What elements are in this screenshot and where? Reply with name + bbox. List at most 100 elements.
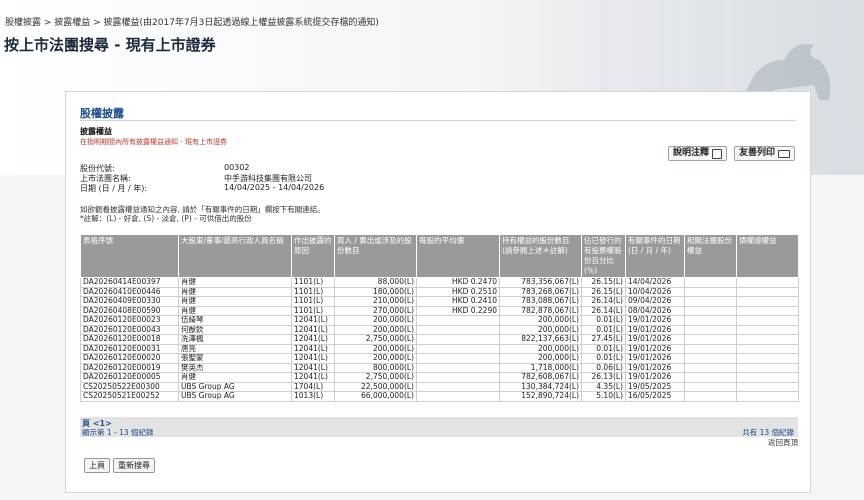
form-serial-cell[interactable]: CS20250522E00300 [80, 381, 179, 392]
table-cell: 200,000(L) [334, 315, 417, 326]
table-row: DA20260120E00023 伍綺琴 12041(L) 200,000(L) 200… [80, 315, 799, 326]
event-date-link[interactable]: 10/04/2026 [625, 286, 685, 297]
table-cell: 12041(L) [291, 353, 335, 364]
info-date-range: 日期 (日 / 月 / 年): 14/04/2025 - 14/04/2026 [80, 183, 324, 194]
table-cell: 270,000(L) [334, 305, 417, 316]
sub-note: 在指明期間內所有披露權益通知 - 現有上市證券 [80, 138, 227, 146]
table-cell [684, 277, 737, 288]
table-cell [684, 334, 737, 345]
form-serial-cell[interactable]: DA20260120E00020 [80, 353, 179, 364]
form-serial-cell[interactable]: DA20260408E00590 [80, 305, 179, 316]
table-cell: 26.15(L) [581, 277, 626, 288]
event-date-link[interactable]: 19/01/2026 [625, 334, 685, 345]
event-date-link[interactable]: 19/01/2026 [625, 315, 685, 326]
table-row: CS20250521E00252 UBS Group AG 1013(L) 66,00… [80, 391, 799, 402]
table-cell [416, 353, 500, 364]
table-cell [684, 381, 737, 392]
table-cell: 782,878,067(L) [499, 305, 582, 316]
table-cell: 200,000(L) [334, 353, 417, 364]
table-cell: 783,356,067(L) [499, 277, 582, 288]
back-to-top-link[interactable]: 返回頁頂 [768, 437, 798, 448]
info-value: 14/04/2025 - 14/04/2026 [224, 183, 325, 192]
form-serial-cell[interactable]: CS20250521E00252 [80, 391, 179, 402]
event-date-link[interactable]: 19/01/2026 [625, 353, 685, 364]
printer-icon [778, 149, 791, 158]
event-date-link[interactable]: 19/05/2025 [625, 381, 685, 392]
form-serial-cell[interactable]: DA20260120E00005 [80, 372, 179, 383]
section-title: 股權披露 [80, 107, 124, 120]
form-serial-cell[interactable]: DA20260409E00330 [80, 296, 179, 307]
table-cell: 26.13(L) [581, 372, 626, 383]
table-cell: 肖健 [178, 305, 292, 316]
table-cell [684, 305, 737, 316]
records-showing: 顯示第 1 - 13 個紀錄 [82, 428, 154, 437]
prev-page-button[interactable]: 上頁 [84, 458, 110, 473]
table-cell [684, 362, 737, 373]
table-cell: 樊英杰 [178, 362, 292, 373]
column-header: 相關法團股份權益 [684, 234, 737, 278]
print-button[interactable]: 友善列印 [734, 146, 796, 161]
table-cell: 1704(L) [291, 381, 335, 392]
event-date-link[interactable]: 19/01/2026 [625, 324, 685, 335]
table-cell: 伍綺琴 [178, 315, 292, 326]
form-serial-cell[interactable]: DA20260410E00446 [80, 286, 179, 297]
table-cell: 1,718,000(L) [499, 362, 582, 373]
info-label: 股份代號: [80, 164, 115, 173]
event-date-link[interactable]: 16/05/2025 [625, 391, 685, 402]
table-cell [416, 324, 500, 335]
form-serial-cell[interactable]: DA20260120E00043 [80, 324, 179, 335]
column-header: 持有權益的股份數目(請參閱上述＊註解) [499, 234, 582, 278]
column-header: 作出披露的原因 [291, 234, 335, 278]
sub-title: 披露權益 [80, 127, 112, 136]
info-label: 上市法團名稱: [80, 174, 131, 183]
form-serial-cell[interactable]: DA20260120E00023 [80, 315, 179, 326]
table-header-row: 表格序號 大股東/董事/最高行政人員名稱 作出披露的原因 買入 / 賣出或涉及的… [80, 234, 799, 278]
table-cell [736, 296, 799, 307]
table-cell: 肖健 [178, 286, 292, 297]
new-search-button[interactable]: 重新搜尋 [113, 458, 155, 473]
table-cell: 0.01(L) [581, 343, 626, 354]
table-cell: 783,268,067(L) [499, 286, 582, 297]
table-cell: 12041(L) [291, 343, 335, 354]
table-cell [736, 305, 799, 316]
event-date-link[interactable]: 09/04/2026 [625, 296, 685, 307]
table-row: DA20260120E00043 何猷欽 12041(L) 200,000(L) 200… [80, 324, 799, 335]
table-cell: 12041(L) [291, 315, 335, 326]
table-cell: 12041(L) [291, 372, 335, 383]
help-button[interactable]: 說明注釋 [668, 146, 728, 161]
table-cell [736, 362, 799, 373]
column-header: 大股東/董事/最高行政人員名稱 [178, 234, 292, 278]
event-date-link[interactable]: 19/01/2026 [625, 343, 685, 354]
event-date-link[interactable]: 19/01/2026 [625, 362, 685, 373]
table-row: DA20260120E00018 冼澤楓 12041(L) 2,750,000(L) 8… [80, 334, 799, 345]
table-row: DA20260410E00446 肖健 1101(L) 180,000(L) HKD 0… [80, 286, 799, 297]
form-serial-cell[interactable]: DA20260120E00018 [80, 334, 179, 345]
table-row: DA20260414E00397 肖健 1101(L) 88,000(L) HKD 0.… [80, 277, 799, 288]
form-serial-cell[interactable]: DA20260120E00019 [80, 362, 179, 373]
table-cell [736, 372, 799, 383]
breadcrumb[interactable]: 股權披露 > 披露權益 > 披露權益(由2017年7月3日起透過線上權益披露系統… [5, 15, 379, 28]
table-cell [736, 286, 799, 297]
form-serial-cell[interactable]: DA20260414E00397 [80, 277, 179, 288]
table-cell [416, 372, 500, 383]
table-cell: 0.01(L) [581, 353, 626, 364]
table-cell [416, 362, 500, 373]
table-cell [416, 315, 500, 326]
table-cell: 0.06(L) [581, 362, 626, 373]
event-date-link[interactable]: 14/04/2026 [625, 277, 685, 288]
table-cell: 1101(L) [291, 305, 335, 316]
table-row: DA20260120E00031 唐亮 12041(L) 200,000(L) 200,… [80, 343, 799, 354]
column-header: 表格序號 [80, 234, 179, 278]
table-cell: 唐亮 [178, 343, 292, 354]
event-date-link[interactable]: 19/01/2026 [625, 372, 685, 383]
table-cell: 822,137,663(L) [499, 334, 582, 345]
event-date-link[interactable]: 08/04/2026 [625, 305, 685, 316]
table-cell [416, 334, 500, 345]
table-row: DA20260120E00019 樊英杰 12041(L) 800,000(L) 1,7… [80, 362, 799, 373]
table-cell [736, 353, 799, 364]
table-cell: 1013(L) [291, 391, 335, 402]
table-cell: 5.10(L) [581, 391, 626, 402]
table-cell: 130,384,724(L) [499, 381, 582, 392]
form-serial-cell[interactable]: DA20260120E00031 [80, 343, 179, 354]
table-cell: 27.45(L) [581, 334, 626, 345]
